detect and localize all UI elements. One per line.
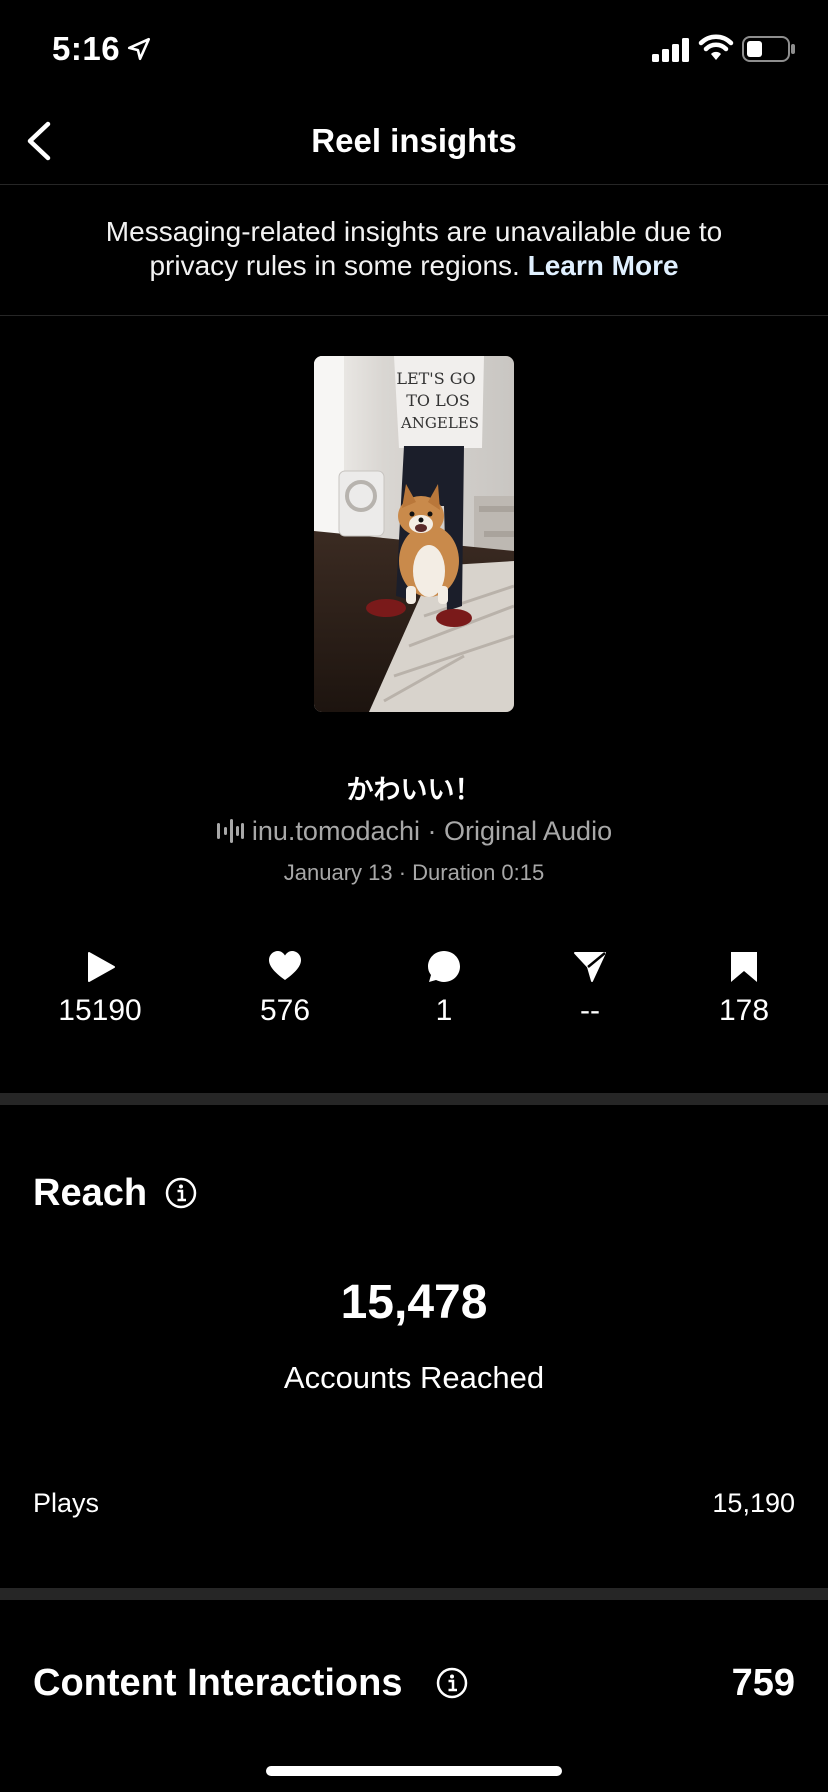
accounts-reached-value: 15,478 <box>340 1276 488 1329</box>
plays-value: 15,190 <box>712 1488 795 1518</box>
shirt-text-line-3: ANGELES <box>400 414 479 432</box>
metrics-row: 15190 576 1 -- 178 <box>0 950 828 1050</box>
metric-comments: 1 <box>374 950 514 1028</box>
battery-icon <box>742 36 795 62</box>
audio-text: inu.tomodachi · Original Audio <box>251 816 613 846</box>
shirt-text-line-1: LET'S GO <box>396 369 475 388</box>
comment-icon <box>428 951 460 982</box>
notice-text-container: Messaging-related insights are unavailab… <box>80 215 748 283</box>
content-interactions-title: Content Interactions <box>33 1662 403 1704</box>
bookmark-icon <box>731 952 757 982</box>
audio-attribution[interactable]: inu.tomodachi · Original Audio <box>0 816 828 847</box>
plays-label: Plays <box>33 1488 100 1518</box>
heart-icon <box>269 951 301 980</box>
learn-more-link[interactable]: Learn More <box>528 250 679 281</box>
reach-title: Reach <box>33 1172 148 1214</box>
accounts-reached-label: Accounts Reached <box>283 1360 545 1395</box>
date-duration: January 13 · Duration 0:15 <box>283 860 545 885</box>
interactions-info-icon[interactable] <box>436 1667 468 1699</box>
status-bar: 5:16 <box>0 0 828 100</box>
metric-shares: -- <box>520 950 660 1028</box>
privacy-notice: Messaging-related insights are unavailab… <box>0 185 828 316</box>
metric-value: 15190 <box>58 994 142 1027</box>
metric-plays: 15190 <box>30 950 170 1028</box>
metric-value: 1 <box>435 994 453 1027</box>
reel-thumbnail[interactable]: LET'S GO TO LOS ANGELES <box>314 356 514 712</box>
metric-value: -- <box>580 994 600 1027</box>
page-title: Reel insights <box>311 122 517 159</box>
home-indicator[interactable] <box>266 1766 562 1776</box>
navigation-bar: Reel insights <box>0 100 828 185</box>
reel-caption: かわいい！ <box>346 775 482 805</box>
location-arrow-icon <box>127 37 151 61</box>
share-icon <box>574 952 606 982</box>
reach-info-icon[interactable] <box>165 1177 197 1209</box>
wifi-icon <box>698 34 734 60</box>
metric-likes: 576 <box>215 950 355 1028</box>
section-divider <box>0 1093 828 1105</box>
shirt-text-line-2: TO LOS <box>406 391 470 410</box>
status-time: 5:16 <box>52 30 121 67</box>
section-divider <box>0 1588 828 1600</box>
audio-waveform-icon <box>216 819 244 843</box>
content-interactions-value: 759 <box>731 1662 795 1704</box>
metric-value: 178 <box>718 994 770 1027</box>
cellular-signal-icon <box>652 38 689 62</box>
metric-saves: 178 <box>674 950 814 1028</box>
play-icon <box>88 952 115 982</box>
metric-value: 576 <box>259 994 311 1027</box>
